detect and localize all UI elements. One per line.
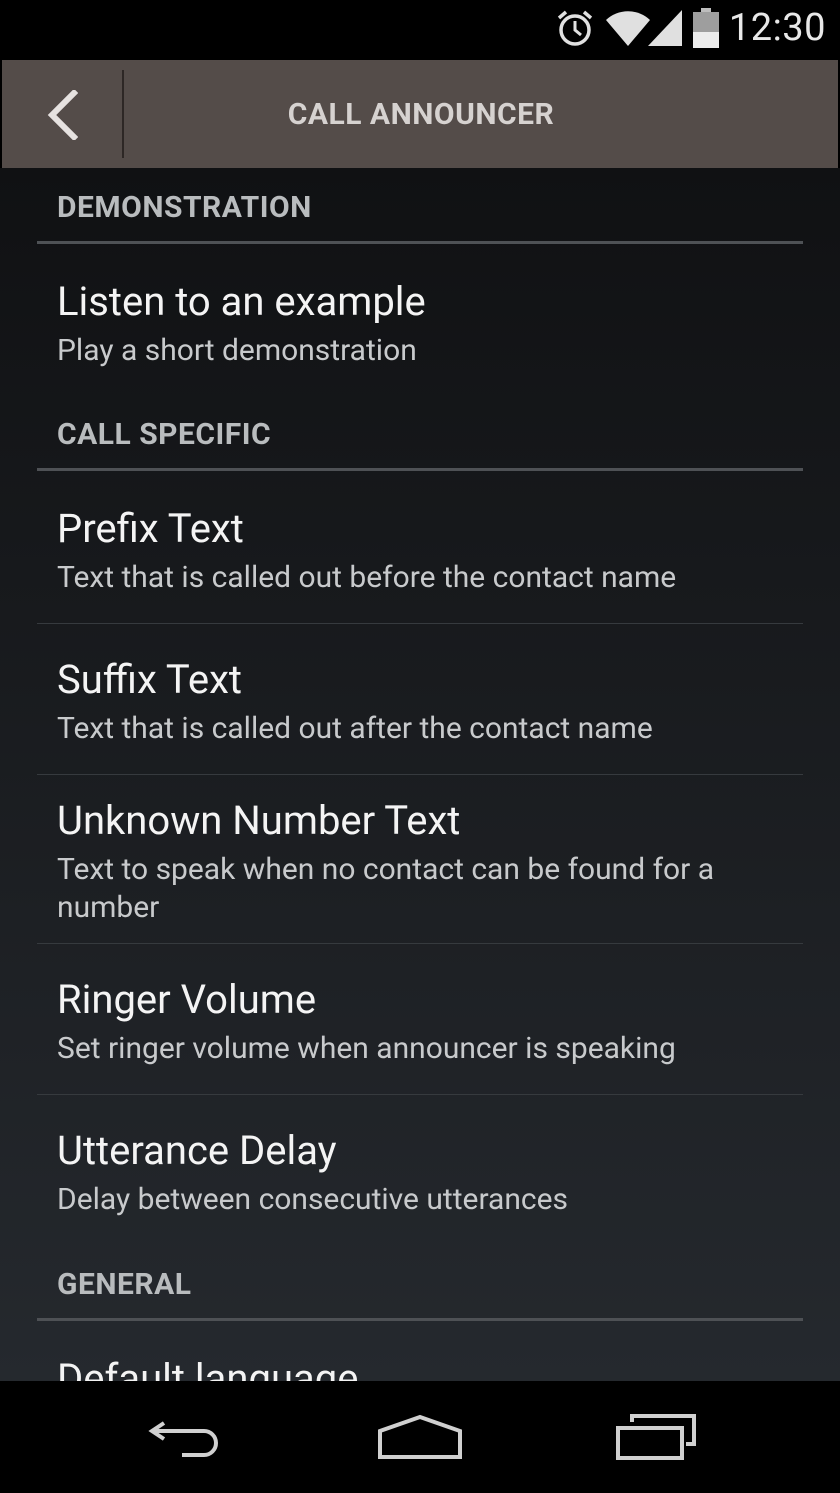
- pref-unknown-number-text[interactable]: Unknown Number Text Text to speak when n…: [37, 775, 803, 944]
- pref-ringer-volume[interactable]: Ringer Volume Set ringer volume when ann…: [37, 944, 803, 1095]
- section-header-label: CALL SPECIFIC: [57, 417, 272, 452]
- wifi-icon: [605, 8, 651, 52]
- battery-icon: [693, 8, 719, 52]
- pref-title: Suffix Text: [57, 656, 242, 703]
- preferences-list[interactable]: DEMONSTRATION Listen to an example Play …: [0, 168, 840, 1381]
- page-title: CALL ANNOUNCER: [287, 97, 555, 132]
- section-header-demonstration: DEMONSTRATION: [37, 168, 803, 244]
- navigation-bar: [0, 1381, 840, 1493]
- section-header-label: DEMONSTRATION: [57, 190, 312, 225]
- back-button[interactable]: [2, 60, 122, 168]
- home-icon: [378, 1414, 462, 1459]
- pref-suffix-text[interactable]: Suffix Text Text that is called out afte…: [37, 624, 803, 775]
- pref-title: Utterance Delay: [57, 1127, 337, 1174]
- nav-home-button[interactable]: [340, 1381, 500, 1493]
- back-icon: [148, 1421, 218, 1457]
- pref-title: Listen to an example: [57, 278, 426, 325]
- pref-default-language[interactable]: Default language: [37, 1321, 803, 1381]
- section-header-general: GENERAL: [37, 1245, 803, 1321]
- pref-utterance-delay[interactable]: Utterance Delay Delay between consecutiv…: [37, 1095, 803, 1245]
- signal-icon: [648, 8, 684, 52]
- pref-title: Unknown Number Text: [57, 797, 461, 844]
- section-header-label: GENERAL: [57, 1267, 192, 1302]
- chevron-left-icon: [47, 90, 78, 140]
- action-bar: CALL ANNOUNCER: [2, 60, 838, 168]
- section-header-call-specific: CALL SPECIFIC: [37, 395, 803, 471]
- status-bar: 12:30: [0, 0, 840, 60]
- pref-summary: Delay between consecutive utterances: [57, 1182, 569, 1217]
- pref-summary: Text that is called out before the conta…: [57, 560, 677, 595]
- pref-summary: Text that is called out after the contac…: [57, 711, 653, 746]
- clock: 12:30: [728, 6, 826, 50]
- pref-title: Ringer Volume: [57, 976, 317, 1023]
- nav-back-button[interactable]: [106, 1381, 266, 1493]
- nav-recents-button[interactable]: [576, 1381, 736, 1493]
- alarm-icon: [555, 8, 595, 52]
- pref-summary: Set ringer volume when announcer is spea…: [57, 1031, 676, 1066]
- pref-title: Default language: [57, 1355, 359, 1381]
- pref-title: Prefix Text: [57, 505, 244, 552]
- pref-summary: Text to speak when no contact can be fou…: [57, 852, 715, 925]
- pref-summary: Play a short demonstration: [57, 333, 417, 368]
- pref-listen-example[interactable]: Listen to an example Play a short demons…: [37, 244, 803, 390]
- pref-prefix-text[interactable]: Prefix Text Text that is called out befo…: [37, 471, 803, 624]
- recent-apps-icon: [616, 1414, 696, 1460]
